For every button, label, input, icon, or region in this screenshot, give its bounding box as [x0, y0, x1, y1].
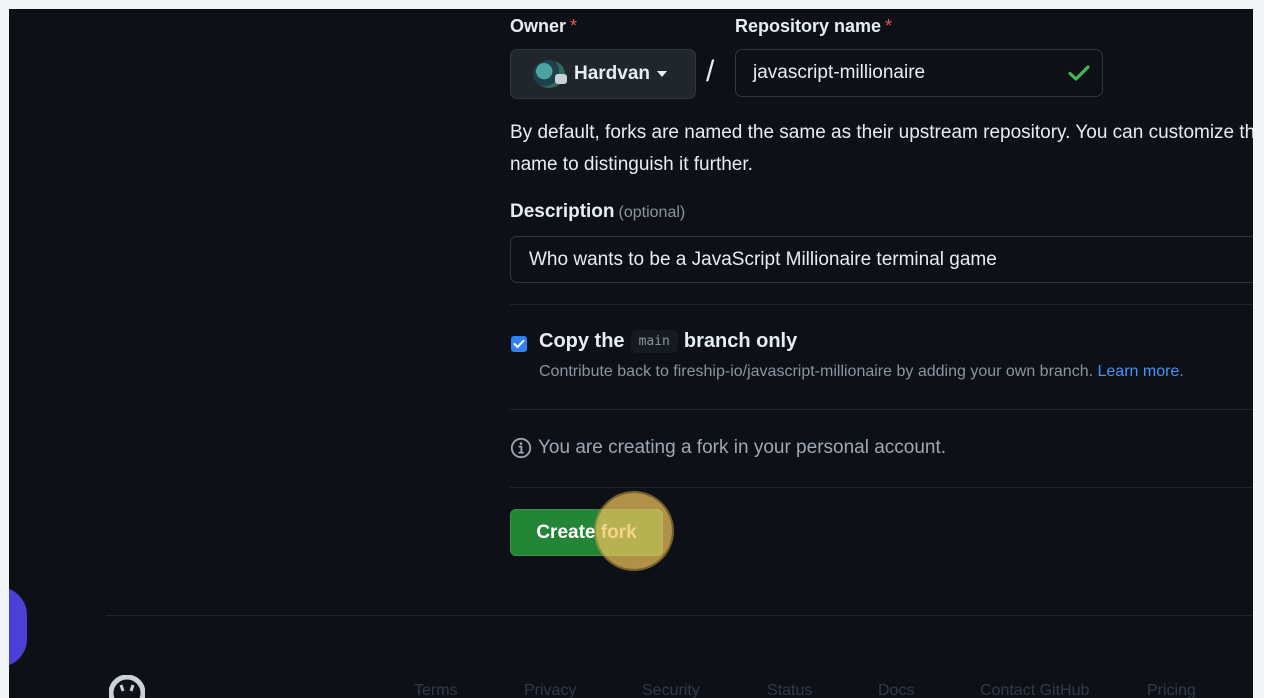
required-mark: * — [885, 16, 893, 36]
checkmark-icon — [513, 339, 525, 348]
description-value: Who wants to be a JavaScript Millionaire… — [529, 248, 997, 270]
owner-repo-separator: / — [706, 55, 715, 88]
footer-divider — [106, 615, 1253, 616]
required-mark: * — [570, 16, 578, 36]
footer-link-security[interactable]: Security — [642, 682, 700, 698]
personal-account-notice: You are creating a fork in your personal… — [510, 437, 946, 459]
footer-link-contact[interactable]: Contact GitHub — [980, 682, 1089, 698]
owner-name: Hardvan — [574, 63, 651, 84]
caret-down-icon — [657, 71, 668, 77]
footer-link-terms[interactable]: Terms — [414, 682, 458, 698]
footer-link-privacy[interactable]: Privacy — [524, 682, 576, 698]
repo-name-input[interactable]: javascript-millionaire — [735, 49, 1103, 97]
avatar — [533, 60, 567, 88]
description-label: Description (optional) — [510, 201, 686, 222]
learn-more-link[interactable]: Learn more. — [1098, 363, 1184, 380]
divider — [510, 409, 1253, 410]
description-input[interactable]: Who wants to be a JavaScript Millionaire… — [510, 236, 1253, 283]
divider — [510, 487, 1253, 488]
footer-links: Terms Privacy Security Status Docs Conta… — [9, 682, 1253, 698]
copy-branch-label[interactable]: Copy the main branch only — [539, 330, 797, 353]
branch-name-chip: main — [630, 330, 678, 353]
repo-name-label: Repository name * — [735, 16, 893, 36]
personal-account-text: You are creating a fork in your personal… — [538, 437, 947, 458]
floating-help-bubble[interactable] — [9, 587, 27, 667]
check-icon — [1068, 65, 1090, 81]
copy-main-branch-checkbox[interactable] — [511, 336, 527, 352]
info-icon — [510, 437, 532, 459]
divider — [510, 304, 1253, 305]
create-fork-button[interactable]: Create fork — [510, 509, 663, 556]
contribute-hint: Contribute back to fireship-io/javascrip… — [539, 363, 1184, 380]
owner-select-button[interactable]: Hardvan — [510, 49, 696, 99]
fork-name-help-text: By default, forks are named the same as … — [510, 122, 1253, 175]
optional-hint: (optional) — [618, 204, 686, 221]
fork-page: Owner * Repository name * Hardvan / javasc… — [9, 9, 1253, 698]
repo-name-value: javascript-millionaire — [753, 62, 926, 83]
footer-link-docs[interactable]: Docs — [878, 682, 914, 698]
footer-link-pricing[interactable]: Pricing — [1147, 682, 1196, 698]
owner-label: Owner * — [510, 16, 578, 36]
footer-link-status[interactable]: Status — [767, 682, 812, 698]
